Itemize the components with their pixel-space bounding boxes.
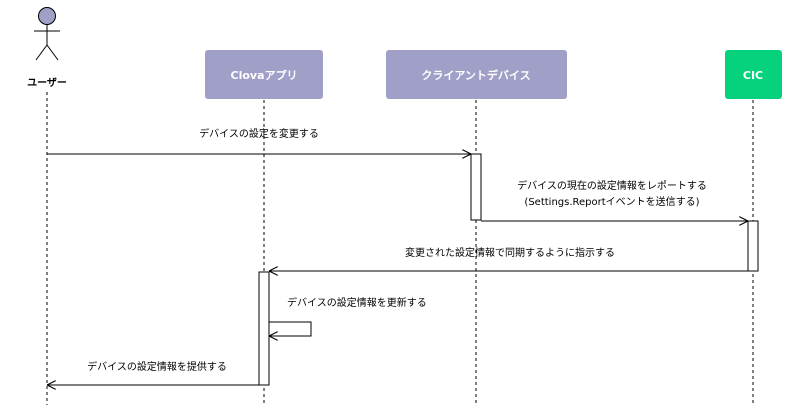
participant-cic-label: CIC <box>743 69 763 82</box>
sequence-diagram: ユーザー Clovaアプリ クライアントデバイス CIC デバイスの設定を変更す… <box>27 7 782 405</box>
activation-cic <box>747 220 759 272</box>
message-arrow-update-settings <box>269 321 312 336</box>
participant-cic: CIC <box>725 50 782 99</box>
message-label-report-settings: デバイスの現在の設定情報をレポートする <box>517 179 707 192</box>
message-label-sync-instruction: 変更された設定情報で同期するように指示する <box>405 246 615 259</box>
participant-client-device-label: クライアントデバイス <box>421 68 530 82</box>
participant-client-device: クライアントデバイス <box>386 50 567 99</box>
activation-client-device <box>470 153 482 221</box>
activation-clova-app <box>258 271 270 386</box>
actor-user-label: ユーザー <box>27 77 67 89</box>
actor-user-icon <box>34 7 60 61</box>
message-label-provide-settings: デバイスの設定情報を提供する <box>87 360 227 373</box>
participant-clova-app-label: Clovaアプリ <box>231 68 298 82</box>
message-label-change-settings: デバイスの設定を変更する <box>199 127 319 140</box>
participant-clova-app: Clovaアプリ <box>205 50 323 99</box>
message-label-update-settings: デバイスの設定情報を更新する <box>287 296 427 309</box>
message-label-report-settings-event: (Settings.Reportイベントを送信する) <box>524 195 699 208</box>
